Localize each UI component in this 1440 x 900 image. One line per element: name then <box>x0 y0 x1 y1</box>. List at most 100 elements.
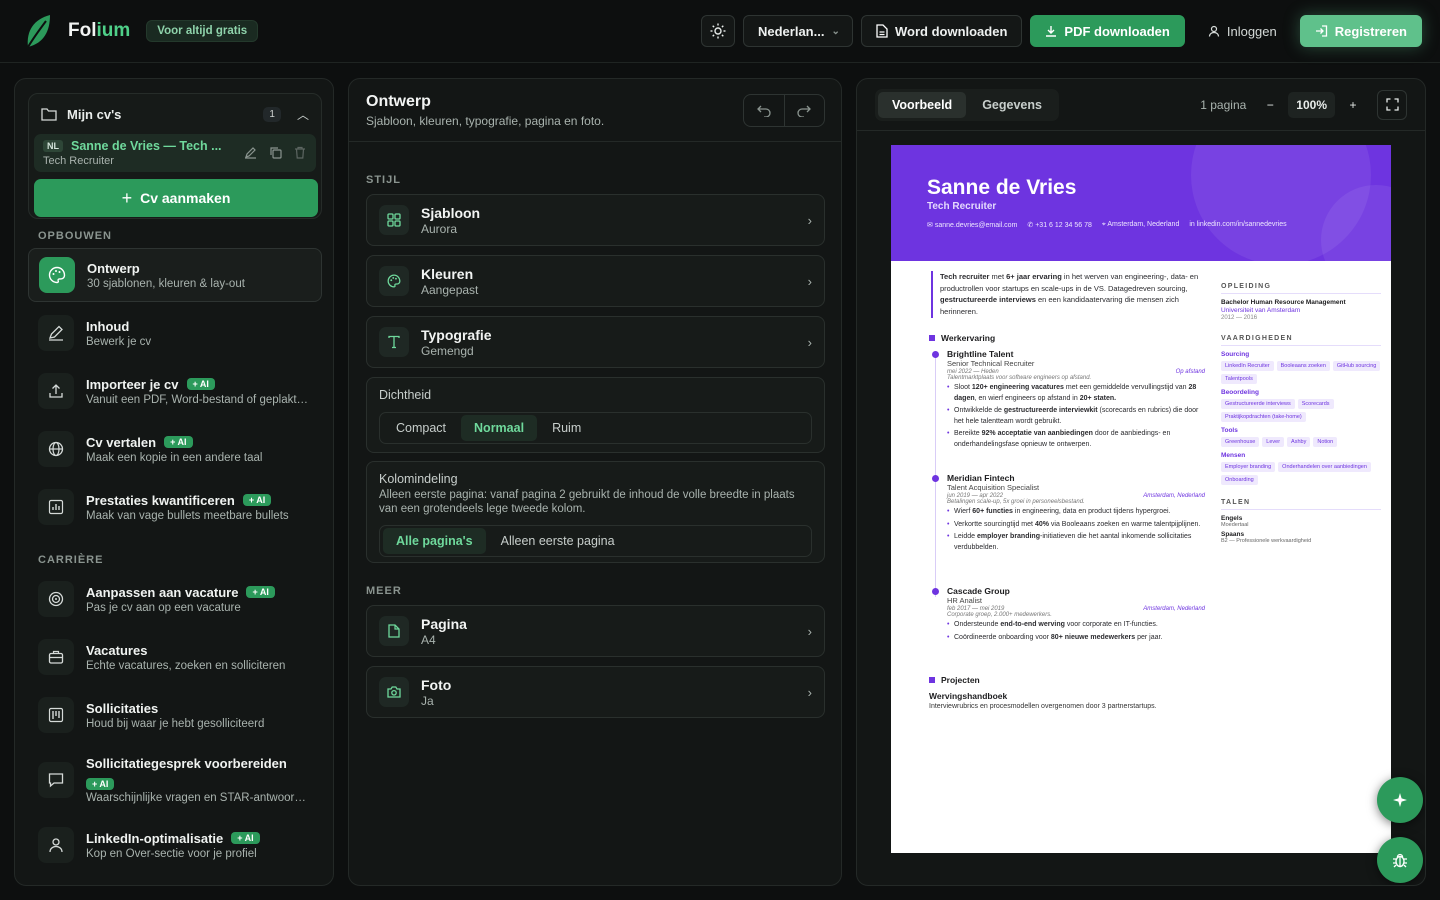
section-more-label: MEER <box>366 585 402 597</box>
resume-experience-title: Werkervaring <box>929 333 995 343</box>
sidebar-item-jobs[interactable]: Vacatures Echte vacatures, zoeken en soll… <box>28 630 322 684</box>
preview-panel: Voorbeeld Gegevens 1 pagina − 100% + San… <box>856 78 1426 886</box>
free-badge: Voor altijd gratis <box>146 20 259 42</box>
zoom-in-button[interactable]: + <box>1339 92 1367 118</box>
bug-report-fab[interactable] <box>1377 837 1423 883</box>
language-select[interactable]: Nederlan... ⌄ <box>742 15 853 47</box>
density-roomy[interactable]: Ruim <box>539 415 594 441</box>
upload-icon <box>38 373 74 409</box>
download-icon <box>1046 26 1057 37</box>
ai-badge: + AI <box>86 778 115 790</box>
palette-icon <box>379 266 409 296</box>
type-icon <box>379 327 409 357</box>
redo-icon[interactable] <box>783 95 825 126</box>
density-box: Dichtheid Compact Normaal Ruim <box>366 377 825 453</box>
my-cvs-header[interactable]: Mijn cv's 1 ︿ <box>29 94 321 134</box>
ai-badge: + AI <box>164 436 193 448</box>
word-download-button[interactable]: Word downloaden <box>860 15 1023 47</box>
target-icon <box>38 581 74 617</box>
resume-linkedin: in linkedin.com/in/sannedevries <box>1189 221 1287 228</box>
trash-icon[interactable] <box>294 146 306 159</box>
sidebar-item-design[interactable]: Ontwerp 30 sjablonen, kleuren & lay-out <box>28 248 322 302</box>
brand-name[interactable]: Folium <box>68 20 130 42</box>
resume-projects-title: Projecten <box>929 675 980 685</box>
chevron-right-icon: › <box>807 684 812 700</box>
undo-redo-group <box>743 94 825 127</box>
columns-box: Kolomindeling Alleen eerste pagina: vana… <box>366 461 825 563</box>
pencil-icon <box>38 315 74 351</box>
sidebar-item-quantify[interactable]: Prestaties kwantificeren + AI Maak van vag… <box>28 480 322 534</box>
cv-count-badge: 1 <box>263 106 281 122</box>
resume-location: ⌖ Amsterdam, Nederland <box>1101 221 1180 228</box>
chevron-right-icon: › <box>807 623 812 639</box>
tab-preview[interactable]: Voorbeeld <box>878 91 967 118</box>
zoom-out-button[interactable]: − <box>1256 92 1284 118</box>
plus-icon: + <box>121 187 133 208</box>
page-count: 1 pagina <box>1200 97 1247 112</box>
chevron-up-icon[interactable]: ︿ <box>297 106 309 123</box>
panel-subtitle: Sjabloon, kleuren, typografie, pagina en… <box>366 114 605 128</box>
density-segmented: Compact Normaal Ruim <box>379 412 812 444</box>
fullscreen-icon[interactable] <box>1377 89 1407 120</box>
briefcase-icon <box>38 639 74 675</box>
create-cv-button[interactable]: + Cv aanmaken <box>34 179 318 217</box>
resume-name: Sanne de Vries <box>927 176 1077 199</box>
sidebar-item-content[interactable]: Inhoud Bewerk je cv <box>28 306 322 360</box>
density-normal[interactable]: Normaal <box>461 415 538 441</box>
sign-in-icon <box>1315 25 1327 37</box>
sidebar-item-translate[interactable]: Cv vertalen + AI Maak een kopie in een and… <box>28 422 322 476</box>
copy-icon[interactable] <box>269 146 282 159</box>
leaf-logo-icon[interactable] <box>24 13 52 49</box>
option-page[interactable]: Pagina A4 › <box>366 605 825 657</box>
preview-tabs: Voorbeeld Gegevens <box>875 88 1059 121</box>
edit-icon[interactable] <box>244 146 257 159</box>
login-button[interactable]: Inloggen <box>1193 15 1292 47</box>
option-colors[interactable]: Kleuren Aangepast › <box>366 255 825 307</box>
tab-data[interactable]: Gegevens <box>968 92 1056 118</box>
chat-icon <box>38 762 74 798</box>
sparkle-fab[interactable] <box>1377 777 1423 823</box>
design-panel: Ontwerp Sjabloon, kleuren, typografie, p… <box>348 78 842 886</box>
option-typography[interactable]: Typografie Gemengd › <box>366 316 825 368</box>
resume-project: Wervingshandboek Interviewrubrics en pro… <box>929 691 1157 710</box>
ai-badge: + AI <box>186 378 215 390</box>
columns-all-pages[interactable]: Alle pagina's <box>383 527 486 554</box>
sidebar-item-interview[interactable]: Sollicitatiegesprek voorbereiden + AI Waar… <box>28 746 322 814</box>
resume-summary: Tech recruiter met 6+ jaar ervaring in h… <box>931 271 1205 318</box>
sidebar-item-linkedin[interactable]: LinkedIn-optimalisatie + AI Kop en Over-se… <box>28 818 322 872</box>
resume-job-1: Brightline Talent Senior Technical Recru… <box>932 349 1205 450</box>
chevron-right-icon: › <box>807 212 812 228</box>
resume-contact: ✉ sanne.devries@email.com ✆ +31 6 12 34 … <box>927 221 1355 229</box>
section-style-label: STIJL <box>366 174 401 186</box>
resume-job-2: Meridian Fintech Talent Acquisition Spec… <box>932 473 1205 553</box>
chevron-right-icon: › <box>807 334 812 350</box>
sidebar-item-applications[interactable]: Sollicitaties Houd bij waar je hebt gesol… <box>28 688 322 742</box>
panel-title: Ontwerp <box>366 93 431 110</box>
undo-icon[interactable] <box>744 95 784 126</box>
camera-icon <box>379 677 409 707</box>
chevron-right-icon: › <box>807 273 812 289</box>
option-photo[interactable]: Foto Ja › <box>366 666 825 718</box>
bug-icon <box>1393 853 1407 868</box>
sidebar-item-tailor[interactable]: Aanpassen aan vacature + AI Pas je cv aan … <box>28 572 322 626</box>
register-button[interactable]: Registreren <box>1299 15 1422 47</box>
theme-toggle-button[interactable] <box>700 15 735 47</box>
density-compact[interactable]: Compact <box>383 415 459 441</box>
option-template[interactable]: Sjabloon Aurora › <box>366 194 825 246</box>
resume-preview[interactable]: Sanne de Vries Tech Recruiter ✉ sanne.de… <box>891 145 1391 853</box>
top-bar: Folium Voor altijd gratis Nederlan... ⌄ … <box>0 0 1440 63</box>
pdf-download-button[interactable]: PDF downloaden <box>1030 15 1185 47</box>
bar-chart-icon <box>38 489 74 525</box>
chevron-down-icon: ⌄ <box>831 25 840 37</box>
cv-list-item[interactable]: NL Sanne de Vries — Tech ... Tech Recrui… <box>34 134 316 172</box>
folder-icon <box>41 108 57 121</box>
document-icon <box>876 24 888 38</box>
globe-icon <box>38 431 74 467</box>
sidebar-item-import[interactable]: Importeer je cv + AI Vanuit een PDF, Word-… <box>28 364 322 418</box>
palette-icon <box>39 257 75 293</box>
columns-first-page[interactable]: Alleen eerste pagina <box>488 528 628 554</box>
kanban-icon <box>38 697 74 733</box>
resume-role: Tech Recruiter <box>927 201 997 212</box>
section-career-label: CARRIÈRE <box>38 554 104 566</box>
resume-phone: ✆ +31 6 12 34 56 78 <box>1027 222 1092 229</box>
